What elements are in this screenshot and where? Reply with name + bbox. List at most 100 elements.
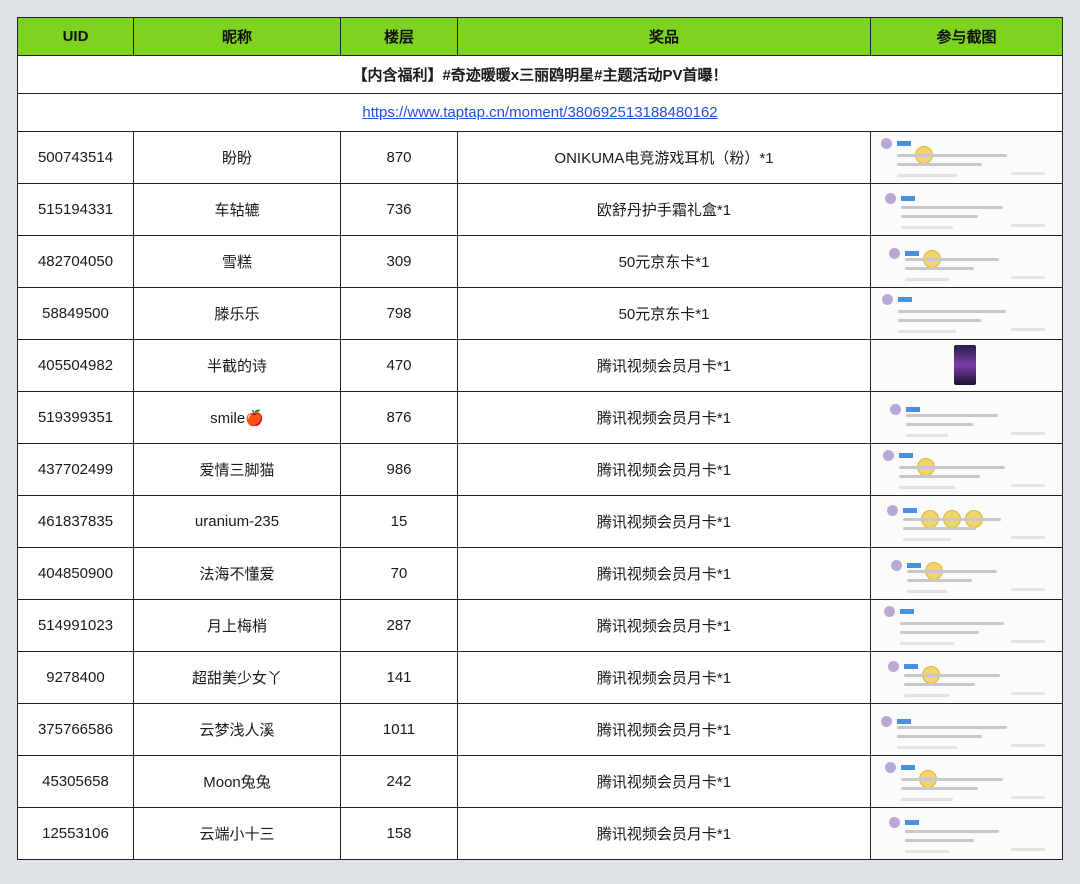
floor-cell: 798 [340,287,458,340]
nickname-cell: 盼盼 [133,131,341,184]
prize-cell: 腾讯视频会员月卡*1 [457,339,871,392]
nickname-cell: 月上梅梢 [133,599,341,652]
prize-cell: 50元京东卡*1 [457,287,871,340]
table-row: 519399351 smile🍎 876 腾讯视频会员月卡*1 [17,391,1063,444]
screenshot-thumbnail [871,184,1062,235]
uid-cell: 12553106 [17,807,134,860]
screenshot-cell [870,807,1063,860]
winners-sheet: UID 昵称 楼层 奖品 参与截图 【内含福利】#奇迹暖暖x三丽鸥明星#主题活动… [17,17,1063,860]
floor-cell: 870 [340,131,458,184]
screenshot-cell [870,651,1063,704]
screenshot-thumbnail [871,808,1062,859]
table-row: 461837835 uranium-235 15 腾讯视频会员月卡*1 [17,495,1063,548]
screenshot-thumbnail [871,132,1062,183]
col-header-nickname: 昵称 [133,17,341,56]
floor-cell: 470 [340,339,458,392]
floor-cell: 309 [340,235,458,288]
nickname-cell: 半截的诗 [133,339,341,392]
table-row: 12553106 云端小十三 158 腾讯视频会员月卡*1 [17,807,1063,860]
table-row: 404850900 法海不懂爱 70 腾讯视频会员月卡*1 [17,547,1063,600]
screenshot-thumbnail [871,236,1062,287]
floor-cell: 242 [340,755,458,808]
uid-cell: 45305658 [17,755,134,808]
table-row: 9278400 超甜美少女丫 141 腾讯视频会员月卡*1 [17,651,1063,704]
screenshot-cell [870,131,1063,184]
nickname-cell: 云端小十三 [133,807,341,860]
screenshot-thumbnail [871,496,1062,547]
screenshot-cell [870,703,1063,756]
prize-cell: 腾讯视频会员月卡*1 [457,599,871,652]
header-row: UID 昵称 楼层 奖品 参与截图 [17,17,1063,56]
uid-cell: 404850900 [17,547,134,600]
nickname-cell: Moon兔兔 [133,755,341,808]
uid-cell: 500743514 [17,131,134,184]
screenshot-cell [870,183,1063,236]
nickname-cell: 超甜美少女丫 [133,651,341,704]
banner-row: 【内含福利】#奇迹暖暖x三丽鸥明星#主题活动PV首曝！ [17,55,1063,94]
uid-cell: 405504982 [17,339,134,392]
prize-cell: 欧舒丹护手霜礼盒*1 [457,183,871,236]
screenshot-cell [870,235,1063,288]
floor-cell: 736 [340,183,458,236]
screenshot-thumbnail [871,548,1062,599]
screenshot-thumbnail [871,288,1062,339]
nickname-cell: smile🍎 [133,391,341,444]
screenshot-cell [870,287,1063,340]
screenshot-thumbnail [871,392,1062,443]
col-header-uid: UID [17,17,134,56]
floor-cell: 15 [340,495,458,548]
table-row: 482704050 雪糕 309 50元京东卡*1 [17,235,1063,288]
nickname-cell: 爱情三脚猫 [133,443,341,496]
floor-cell: 287 [340,599,458,652]
uid-cell: 9278400 [17,651,134,704]
screenshot-cell [870,599,1063,652]
prize-cell: 腾讯视频会员月卡*1 [457,443,871,496]
nickname-cell: 法海不懂爱 [133,547,341,600]
floor-cell: 141 [340,651,458,704]
screenshot-thumbnail [871,600,1062,651]
table-row: 514991023 月上梅梢 287 腾讯视频会员月卡*1 [17,599,1063,652]
screenshot-cell [870,495,1063,548]
uid-cell: 514991023 [17,599,134,652]
floor-cell: 986 [340,443,458,496]
screenshot-thumbnail [871,340,1062,391]
prize-cell: 腾讯视频会员月卡*1 [457,807,871,860]
link-row: https://www.taptap.cn/moment/38069251318… [17,93,1063,132]
floor-cell: 70 [340,547,458,600]
table-row: 405504982 半截的诗 470 腾讯视频会员月卡*1 [17,339,1063,392]
uid-cell: 482704050 [17,235,134,288]
uid-cell: 375766586 [17,703,134,756]
uid-cell: 437702499 [17,443,134,496]
col-header-floor: 楼层 [340,17,458,56]
nickname-cell: 滕乐乐 [133,287,341,340]
screenshot-thumbnail [871,756,1062,807]
col-header-screenshot: 参与截图 [870,17,1063,56]
prize-cell: 腾讯视频会员月卡*1 [457,391,871,444]
prize-cell: ONIKUMA电竞游戏耳机（粉）*1 [457,131,871,184]
col-header-prize: 奖品 [457,17,871,56]
event-title: 【内含福利】#奇迹暖暖x三丽鸥明星#主题活动PV首曝！ [17,55,1063,94]
screenshot-thumbnail [871,704,1062,755]
prize-cell: 腾讯视频会员月卡*1 [457,547,871,600]
screenshot-cell [870,339,1063,392]
table-row: 45305658 Moon兔兔 242 腾讯视频会员月卡*1 [17,755,1063,808]
prize-cell: 腾讯视频会员月卡*1 [457,651,871,704]
screenshot-thumbnail [871,444,1062,495]
screenshot-cell [870,443,1063,496]
prize-cell: 腾讯视频会员月卡*1 [457,703,871,756]
nickname-cell: 车轱辘 [133,183,341,236]
nickname-cell: uranium-235 [133,495,341,548]
prize-cell: 50元京东卡*1 [457,235,871,288]
floor-cell: 158 [340,807,458,860]
moment-link[interactable]: https://www.taptap.cn/moment/38069251318… [362,104,717,121]
nickname-cell: 雪糕 [133,235,341,288]
screenshot-cell [870,391,1063,444]
uid-cell: 519399351 [17,391,134,444]
uid-cell: 515194331 [17,183,134,236]
screenshot-cell [870,547,1063,600]
table-row: 437702499 爱情三脚猫 986 腾讯视频会员月卡*1 [17,443,1063,496]
nickname-cell: 云梦浅人溪 [133,703,341,756]
uid-cell: 58849500 [17,287,134,340]
floor-cell: 876 [340,391,458,444]
floor-cell: 1011 [340,703,458,756]
